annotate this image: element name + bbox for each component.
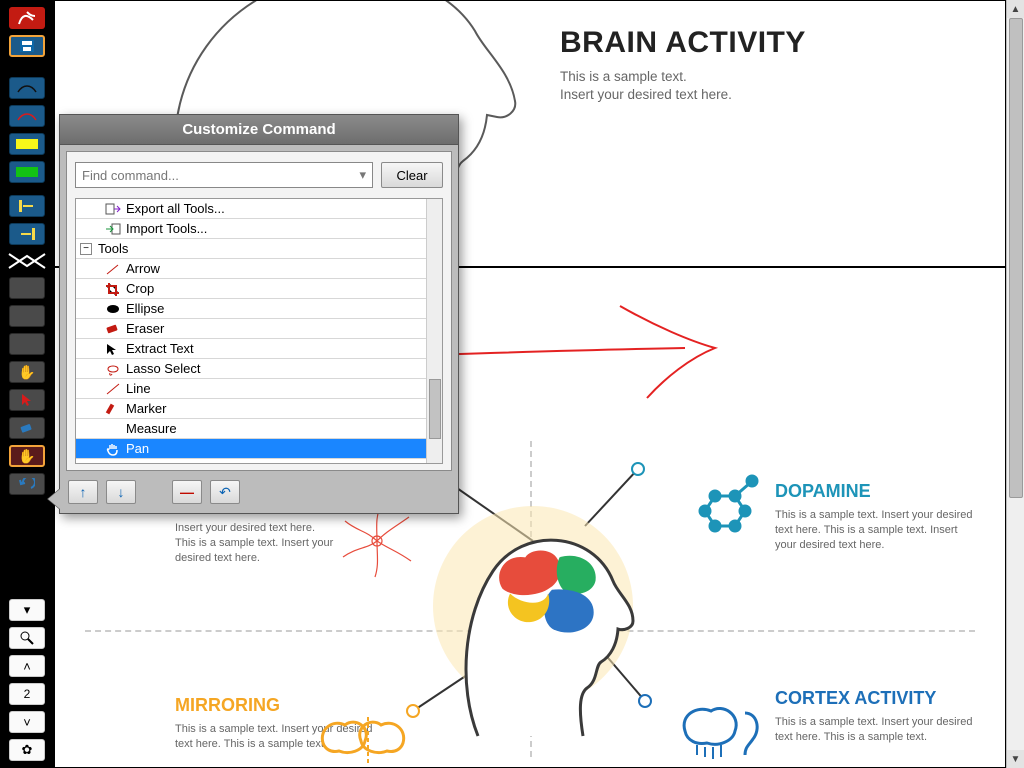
node-dot-teal bbox=[631, 462, 645, 476]
dialog-title[interactable]: Customize Command bbox=[60, 115, 458, 145]
zoom-button[interactable] bbox=[9, 627, 45, 649]
tool-curve-red[interactable] bbox=[9, 105, 45, 127]
topic-dopamine: DOPAMINE This is a sample text. Insert y… bbox=[775, 481, 975, 553]
tool-pan-red[interactable]: ✋ bbox=[9, 361, 45, 383]
tree-item-eraser[interactable]: Eraser bbox=[76, 319, 442, 339]
tree-item-import[interactable]: Import Tools... bbox=[76, 219, 442, 239]
topic-cortex-heading: CORTEX ACTIVITY bbox=[775, 688, 975, 709]
head-illustration bbox=[423, 476, 643, 756]
tree-item-export[interactable]: Export all Tools... bbox=[76, 199, 442, 219]
page-prev-button[interactable]: ˄ bbox=[9, 655, 45, 677]
scroll-thumb[interactable] bbox=[1009, 18, 1023, 498]
tool-curve-black[interactable] bbox=[9, 77, 45, 99]
topic-upperleft: Insert your desired text here. This is a… bbox=[175, 521, 335, 566]
customize-command-dialog: Customize Command Find command... ▾ Clea… bbox=[59, 114, 459, 514]
toolbar-separator bbox=[7, 252, 47, 270]
app-logo-button[interactable] bbox=[9, 7, 45, 29]
tree-group-tools[interactable]: −Tools bbox=[76, 239, 442, 259]
move-down-button[interactable]: ↓ bbox=[106, 480, 136, 504]
tool-align-left[interactable] bbox=[9, 195, 45, 217]
lasso-icon bbox=[104, 361, 122, 377]
mirroring-icon bbox=[313, 713, 413, 768]
settings-button[interactable]: ✿ bbox=[9, 739, 45, 761]
tool-highlight-green[interactable] bbox=[9, 161, 45, 183]
pan-icon bbox=[104, 441, 122, 457]
command-search-placeholder: Find command... bbox=[82, 168, 179, 183]
molecule-icon bbox=[680, 471, 760, 551]
tree-item-crop[interactable]: Crop bbox=[76, 279, 442, 299]
tree-scroll-thumb[interactable] bbox=[429, 379, 441, 439]
tool-highlight-yellow[interactable] bbox=[9, 133, 45, 155]
tree-item-line[interactable]: Line bbox=[76, 379, 442, 399]
tree-item-lasso[interactable]: Lasso Select bbox=[76, 359, 442, 379]
dialog-body: Find command... ▾ Clear Export all Tools… bbox=[66, 151, 452, 471]
topic-upperleft-body: Insert your desired text here. This is a… bbox=[175, 521, 335, 566]
measure-icon bbox=[104, 421, 122, 437]
tree-item-measure[interactable]: Measure bbox=[76, 419, 442, 439]
expand-down-button[interactable]: ▾ bbox=[9, 599, 45, 621]
gear-icon: ✿ bbox=[22, 742, 33, 758]
page-title-block: BRAIN ACTIVITY This is a sample text. In… bbox=[560, 26, 980, 104]
tool-eraser[interactable] bbox=[9, 417, 45, 439]
import-icon bbox=[104, 221, 122, 237]
clear-button[interactable]: Clear bbox=[381, 162, 443, 188]
topic-dopamine-body: This is a sample text. Insert your desir… bbox=[775, 508, 975, 553]
scroll-up-button[interactable]: ▲ bbox=[1007, 0, 1024, 18]
tool-pointer[interactable] bbox=[9, 389, 45, 411]
topic-dopamine-heading: DOPAMINE bbox=[775, 481, 975, 502]
save-button[interactable] bbox=[9, 35, 45, 57]
tree-scrollbar[interactable] bbox=[426, 199, 442, 463]
page-next-button[interactable]: ˅ bbox=[9, 711, 45, 733]
reset-button[interactable]: ↶ bbox=[210, 480, 240, 504]
tree-item-pan[interactable]: Pan bbox=[76, 439, 442, 459]
line-icon bbox=[104, 381, 122, 397]
tree-item-marker[interactable]: Marker bbox=[76, 399, 442, 419]
page-number-display[interactable]: 2 bbox=[9, 683, 45, 705]
vertical-toolbar: ✋ ✋ ▾ ˄ 2 ˅ ✿ bbox=[0, 0, 54, 768]
tree-item-ellipse[interactable]: Ellipse bbox=[76, 299, 442, 319]
command-search-combo[interactable]: Find command... ▾ bbox=[75, 162, 373, 188]
dialog-callout-arrow bbox=[48, 489, 60, 509]
crop-icon bbox=[104, 281, 122, 297]
page-subtitle: This is a sample text. Insert your desir… bbox=[560, 68, 980, 104]
tool-undo[interactable] bbox=[9, 473, 45, 495]
chevron-down-icon: ▾ bbox=[359, 167, 366, 183]
tree-item-extract[interactable]: TExtract Text bbox=[76, 339, 442, 359]
tool-slot-1[interactable] bbox=[9, 277, 45, 299]
topic-cortex-body: This is a sample text. Insert your desir… bbox=[775, 715, 975, 745]
arrow-icon bbox=[104, 261, 122, 277]
dialog-footer: ↑ ↓ — ↶ bbox=[60, 471, 458, 513]
scroll-down-button[interactable]: ▼ bbox=[1007, 750, 1024, 768]
topic-cortex: CORTEX ACTIVITY This is a sample text. I… bbox=[775, 688, 975, 745]
tree-item-arrow[interactable]: Arrow bbox=[76, 259, 442, 279]
collapse-icon[interactable]: − bbox=[80, 243, 92, 255]
tool-align-right[interactable] bbox=[9, 223, 45, 245]
marker-icon bbox=[104, 401, 122, 417]
move-up-button[interactable]: ↑ bbox=[68, 480, 98, 504]
tool-slot-3[interactable] bbox=[9, 333, 45, 355]
tool-pan-active[interactable]: ✋ bbox=[9, 445, 45, 467]
export-icon bbox=[104, 201, 122, 217]
brain-ear-icon bbox=[675, 701, 765, 761]
page-title: BRAIN ACTIVITY bbox=[560, 26, 980, 60]
eraser-icon bbox=[104, 321, 122, 337]
tool-slot-2[interactable] bbox=[9, 305, 45, 327]
vertical-scrollbar[interactable]: ▲ ▼ bbox=[1006, 0, 1024, 768]
ellipse-icon bbox=[104, 301, 122, 317]
extract-icon: T bbox=[104, 341, 122, 357]
command-tree[interactable]: Export all Tools...Import Tools...−Tools… bbox=[75, 198, 443, 464]
remove-button[interactable]: — bbox=[172, 480, 202, 504]
